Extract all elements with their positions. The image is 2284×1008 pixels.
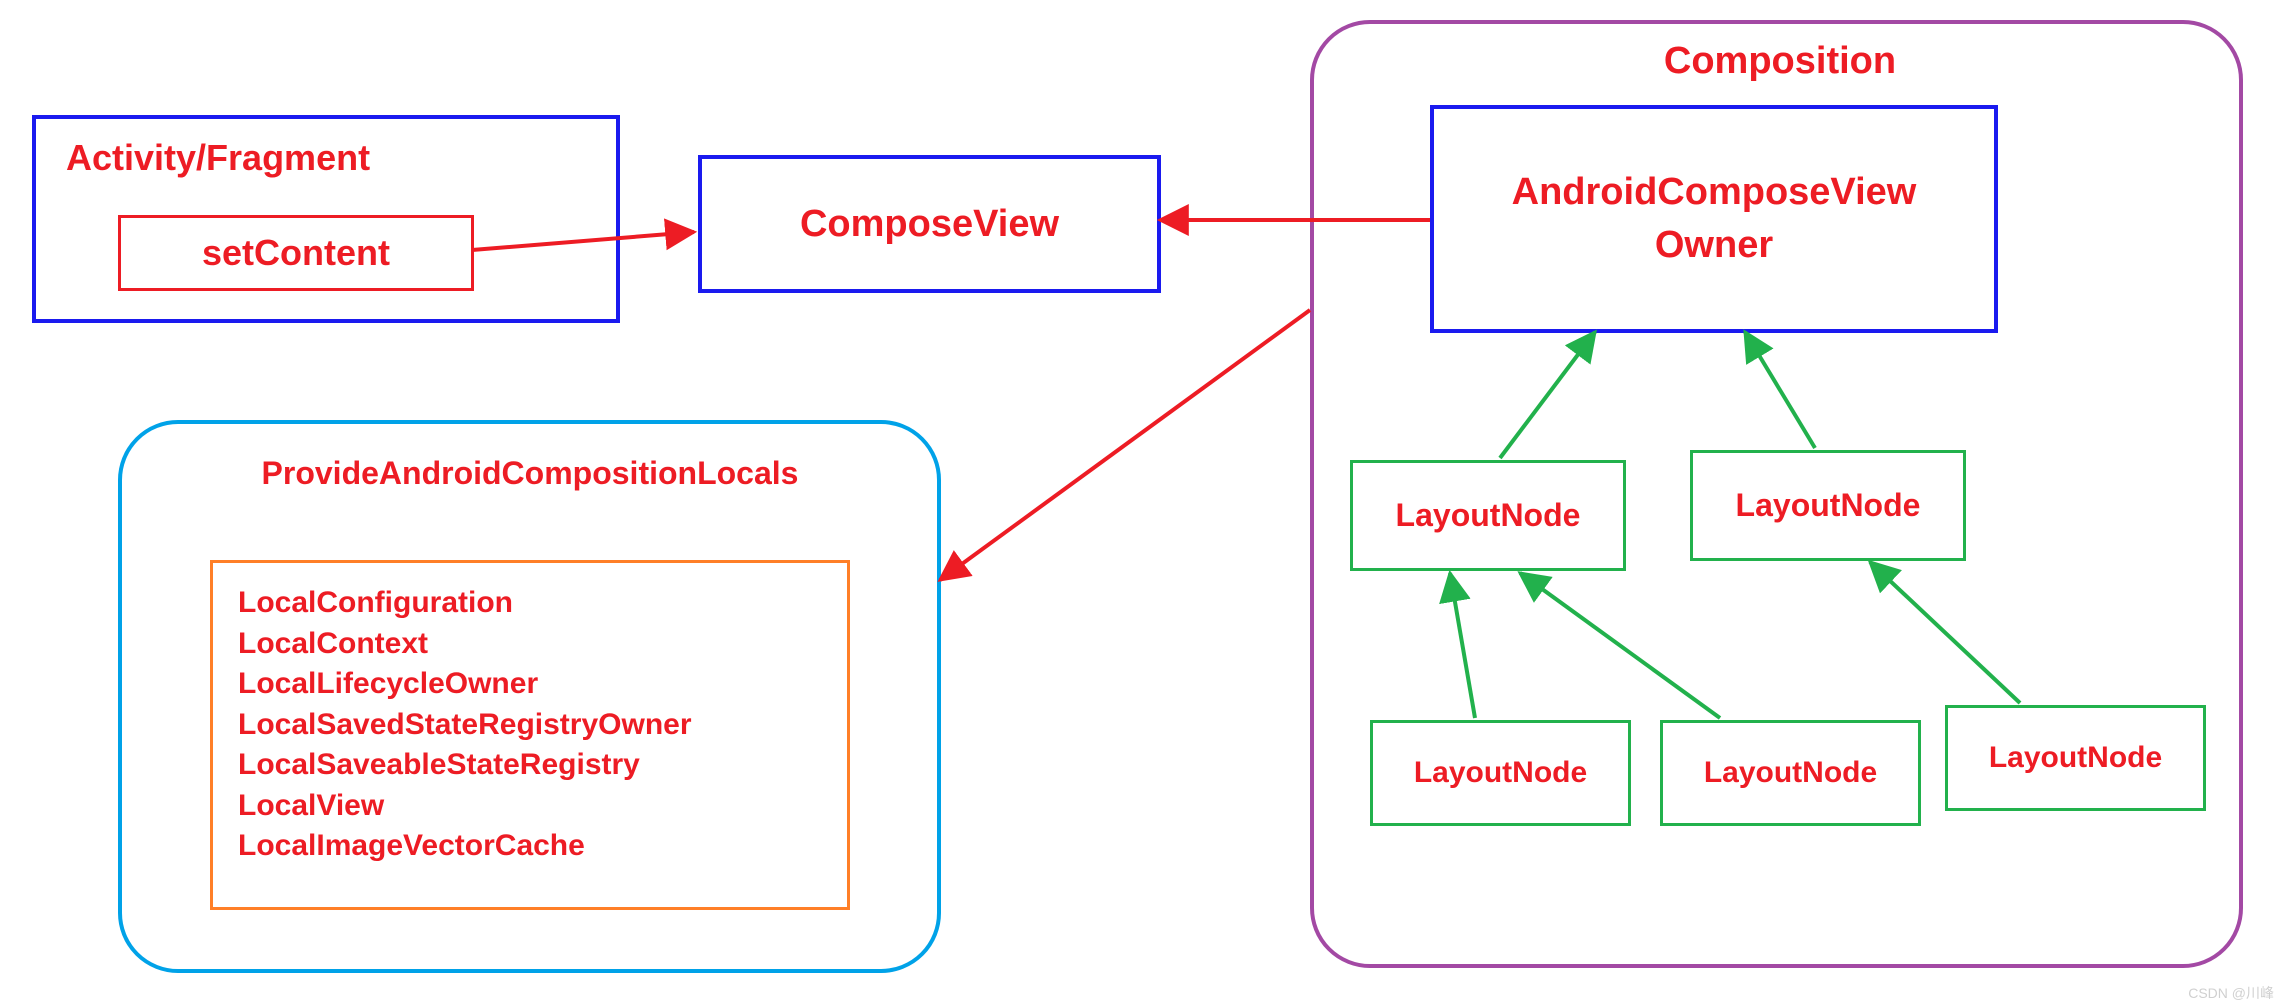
- arrow-owner-to-provide: [940, 310, 1310, 580]
- watermark: CSDN @川峰: [2188, 983, 2274, 1003]
- layoutnode-mid-left: LayoutNode: [1350, 460, 1626, 571]
- composeview-label: ComposeView: [800, 203, 1059, 246]
- composition-title: Composition: [1580, 40, 1980, 83]
- layoutnode-leaf2-label: LayoutNode: [1704, 756, 1877, 790]
- locals-list: LocalConfiguration LocalContext LocalLif…: [238, 583, 822, 867]
- setcontent-box: setContent: [118, 215, 474, 291]
- layoutnode-mid-left-label: LayoutNode: [1396, 497, 1581, 534]
- layoutnode-leaf3: LayoutNode: [1945, 705, 2206, 811]
- layoutnode-leaf2: LayoutNode: [1660, 720, 1921, 826]
- layoutnode-leaf1-label: LayoutNode: [1414, 756, 1587, 790]
- layoutnode-mid-right: LayoutNode: [1690, 450, 1966, 561]
- setcontent-label: setContent: [202, 232, 390, 274]
- composeview-box: ComposeView: [698, 155, 1161, 293]
- layoutnode-leaf1: LayoutNode: [1370, 720, 1631, 826]
- locals-list-box: LocalConfiguration LocalContext LocalLif…: [210, 560, 850, 910]
- layoutnode-leaf3-label: LayoutNode: [1989, 741, 2162, 775]
- androidcomposeview-line1: AndroidComposeView: [1512, 171, 1917, 214]
- provide-locals-title: ProvideAndroidCompositionLocals: [220, 455, 840, 492]
- layoutnode-mid-right-label: LayoutNode: [1736, 487, 1921, 524]
- activity-fragment-title: Activity/Fragment: [66, 137, 616, 179]
- androidcomposeview-box: AndroidComposeView Owner: [1430, 105, 1998, 333]
- androidcomposeview-line2: Owner: [1655, 224, 1773, 267]
